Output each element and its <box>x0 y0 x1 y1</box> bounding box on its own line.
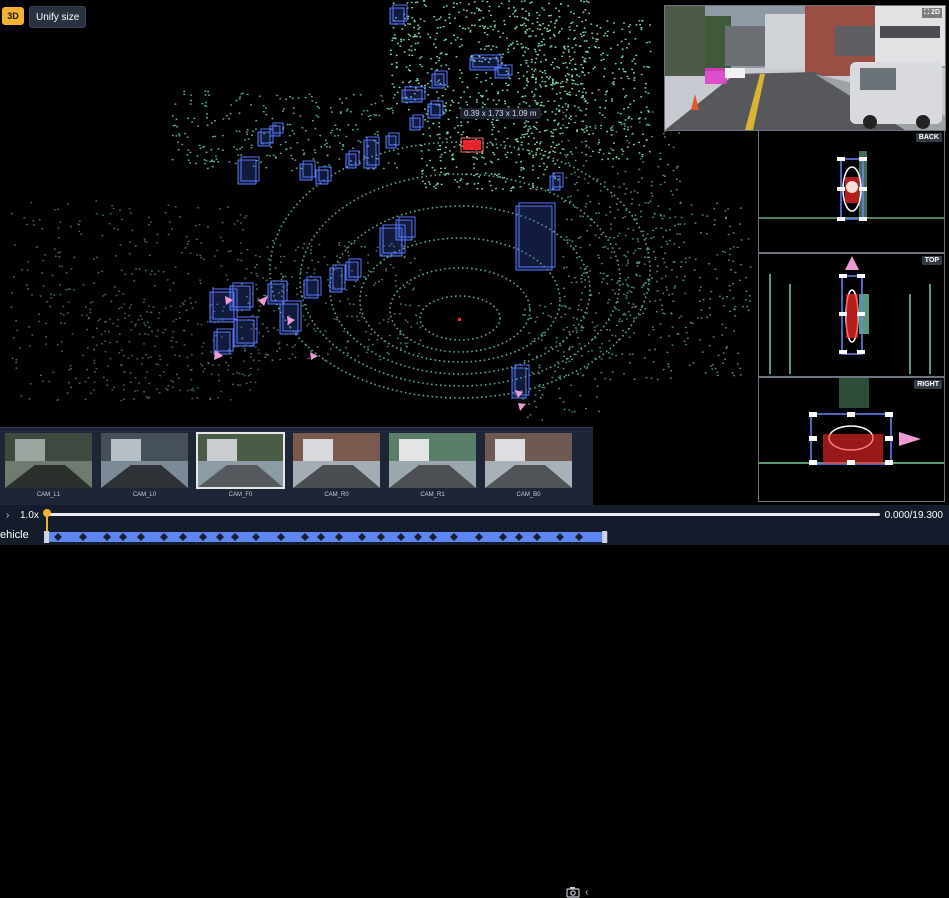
mode-badge-3d[interactable]: 3D <box>2 7 24 25</box>
3d-viewport[interactable]: 3D Unify size 0.39 x 1.73 x 1.09 m ⛶ 2D … <box>0 0 949 898</box>
camera-thumbnail-cam-f0[interactable] <box>196 432 285 489</box>
camera-thumbnail-image <box>5 433 92 488</box>
track-label: ehicle <box>0 529 29 541</box>
track-start-handle[interactable] <box>44 531 49 543</box>
camera-thumbnail-image <box>101 433 188 488</box>
camera-thumbnail-label: CAM_F0 <box>228 492 253 498</box>
camera-image <box>665 6 945 130</box>
camera-thumbnail-strip: CAM_L1 CAM_L0 CAM_F0 CAM_R0 CAM_R1 CAM_B0 ‹ <box>0 427 593 898</box>
camera-thumbnail-cam-r0[interactable] <box>293 433 380 488</box>
top-view-tag: TOP <box>921 256 942 265</box>
camera-thumbnail-image <box>389 433 476 488</box>
camera-thumbnail-cam-l0[interactable] <box>101 433 188 488</box>
back-view-tag: BACK <box>915 133 942 142</box>
camera-thumbnail-label: CAM_L0 <box>132 492 157 498</box>
top-view-canvas <box>769 256 931 374</box>
timeline-scrubber[interactable] <box>47 513 880 516</box>
camera-view-tag[interactable]: ⛶ 2D <box>922 8 942 18</box>
keyframe-track[interactable] <box>44 531 734 543</box>
top-view-panel[interactable]: TOP <box>758 253 945 377</box>
camera-thumbnail-image <box>485 433 572 488</box>
camera-thumbnail-label: CAM_B0 <box>516 492 541 498</box>
unify-size-button[interactable]: Unify size <box>29 6 87 28</box>
expand-timeline-icon[interactable]: › <box>6 510 9 521</box>
camera-view-tag-label: 2D <box>931 9 940 16</box>
camera-icon[interactable] <box>566 886 580 898</box>
lidar-points <box>10 0 752 421</box>
camera-thumbnail-cam-r1[interactable] <box>389 433 476 488</box>
camera-thumbnail-cam-b0[interactable] <box>485 433 572 488</box>
right-view-tag: RIGHT <box>914 380 942 389</box>
collapse-thumbnails-icon[interactable]: ‹ <box>585 887 588 898</box>
track-end-handle[interactable] <box>602 531 608 543</box>
camera-image-panel[interactable]: ⛶ 2D <box>664 5 946 131</box>
playback-speed[interactable]: 1.0x <box>20 510 39 521</box>
camera-thumbnail-image <box>197 433 284 488</box>
back-view-panel[interactable]: BACK <box>758 130 945 253</box>
direction-markers <box>214 296 526 411</box>
time-readout: 0.000/19.300 <box>884 510 943 521</box>
playhead-knob[interactable] <box>43 509 51 517</box>
camera-thumbnail-label: CAM_R0 <box>324 492 349 498</box>
selected-object[interactable] <box>460 137 484 153</box>
dimension-label: 0.39 x 1.73 x 1.09 m <box>460 108 541 119</box>
right-view-panel[interactable]: RIGHT <box>758 377 945 502</box>
camera-thumbnail-label: CAM_L1 <box>36 492 61 498</box>
back-view-canvas <box>759 151 944 221</box>
ego-vehicle-marker <box>458 318 461 321</box>
camera-thumbnail-label: CAM_R1 <box>420 492 445 498</box>
camera-thumbnail-cam-l1[interactable] <box>5 433 92 488</box>
camera-thumbnail-image <box>293 433 380 488</box>
right-view-canvas <box>759 378 944 465</box>
